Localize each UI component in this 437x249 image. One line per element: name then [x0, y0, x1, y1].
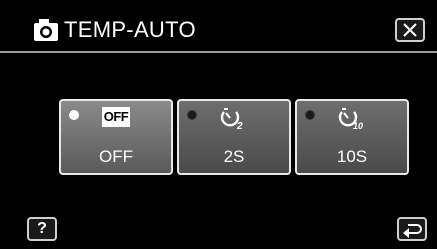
back-button[interactable] [397, 217, 427, 241]
page-title: TEMP-AUTO [64, 17, 196, 42]
svg-text:10: 10 [353, 121, 363, 131]
unselected-indicator [305, 110, 315, 120]
return-icon [403, 224, 422, 238]
camera-icon [34, 19, 58, 41]
option-off-button[interactable]: OFF OFF [59, 99, 173, 175]
off-badge: OFF [102, 107, 130, 127]
title-bar: TEMP-AUTO [0, 0, 437, 50]
self-timer-10s-icon: 10 [338, 108, 363, 131]
option-label: 2S [223, 147, 245, 166]
header-divider [0, 51, 437, 53]
option-label: OFF [99, 147, 133, 166]
option-2s-button[interactable]: 2 2S [177, 99, 291, 175]
selected-indicator [69, 110, 79, 120]
close-icon [403, 23, 417, 37]
option-10s-button[interactable]: 10 10S [295, 99, 409, 175]
unselected-indicator [187, 110, 197, 120]
option-label: 10S [336, 147, 368, 166]
help-button[interactable]: ? [27, 217, 57, 241]
close-button[interactable] [395, 18, 425, 42]
svg-text:2: 2 [236, 121, 243, 131]
self-timer-2s-icon: 2 [220, 108, 243, 131]
